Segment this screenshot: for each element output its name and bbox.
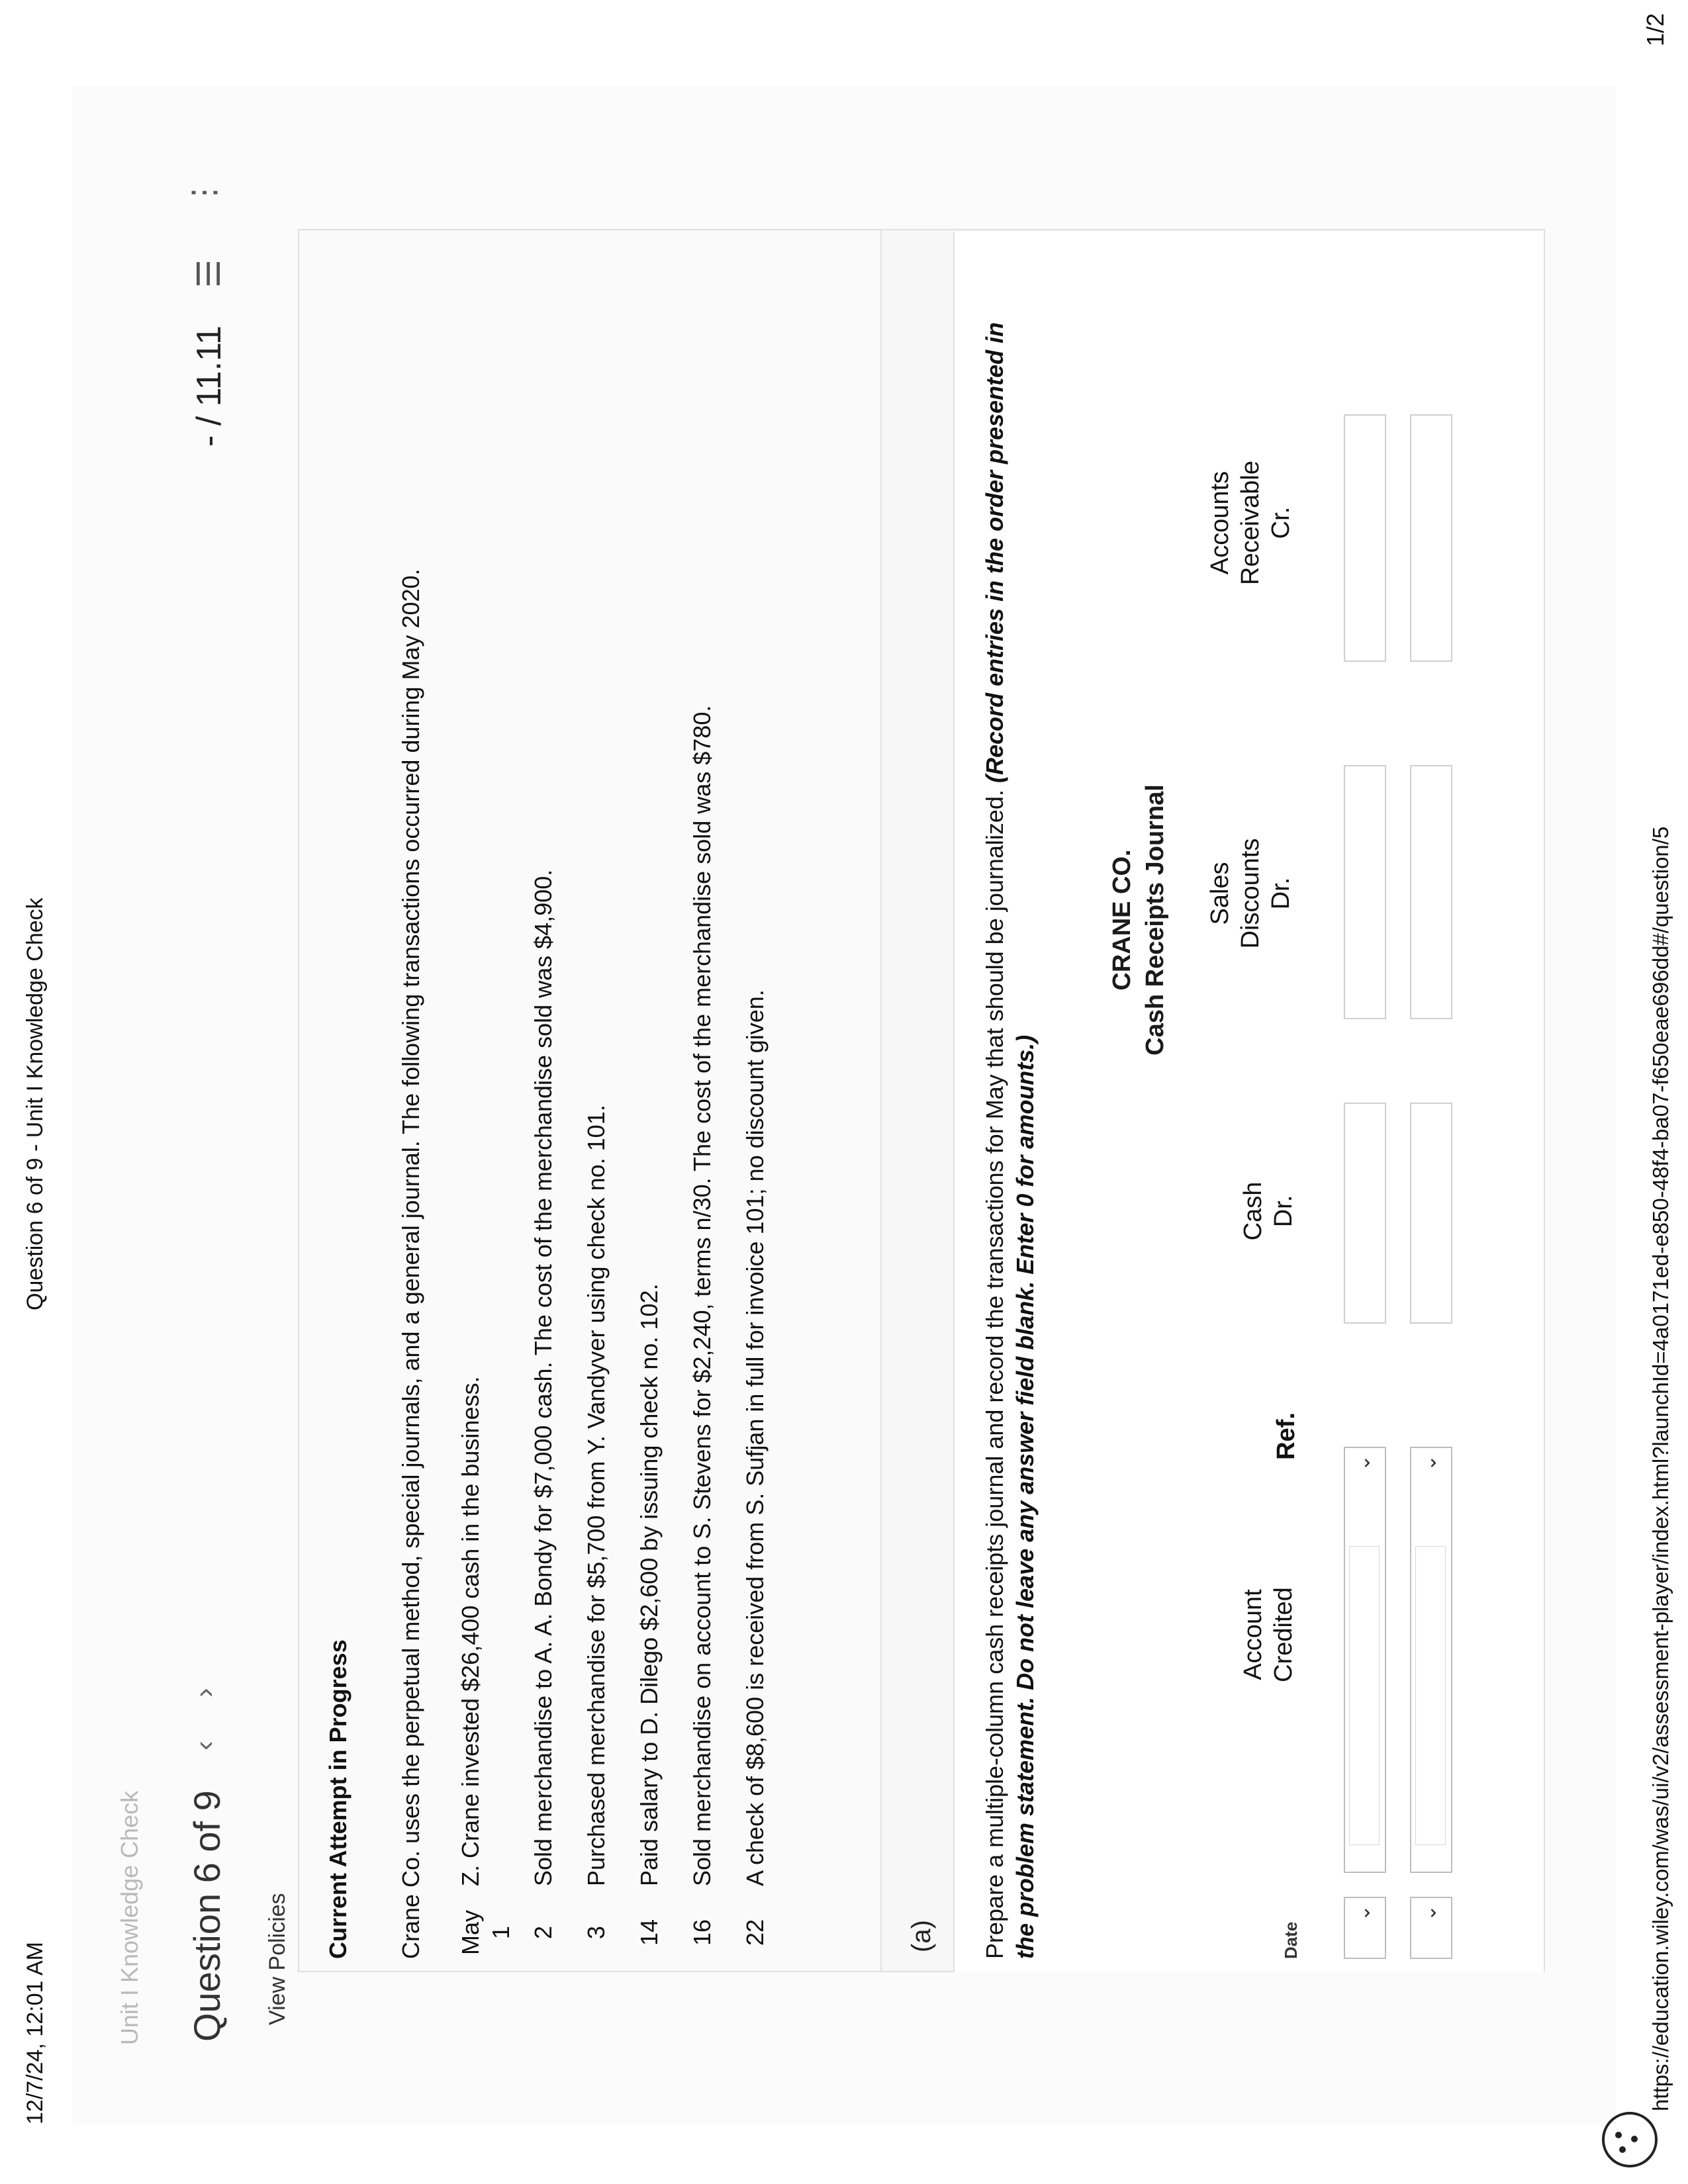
transaction-text: Purchased merchandise for $5,700 from Y.… [583, 1105, 610, 1886]
cash-dr-input[interactable] [1410, 1103, 1452, 1324]
transaction-day: 22 [741, 1919, 769, 1946]
col-disc-line1: Sales [1206, 862, 1234, 925]
col-account-credited-header: Account Credited [1238, 1535, 1299, 1734]
col-account-line1: Account [1239, 1589, 1267, 1680]
chevron-down-icon: ⌄ [1419, 1905, 1440, 1922]
transaction-day: 14 [635, 1919, 663, 1946]
journal-header: CRANE CO. Cash Receipts Journal [1105, 556, 1172, 1284]
transaction-text: Z. Crane invested $26,400 cash in the bu… [457, 1376, 484, 1886]
transaction-month: May [457, 1910, 484, 1956]
transaction-text: Paid salary to D. Dilego $2,600 by issui… [635, 1283, 663, 1886]
print-doc-title: Question 6 of 9 - Unit I Knowledge Check [23, 897, 48, 1310]
col-cash-line1: Cash [1239, 1181, 1267, 1241]
journal-title: Cash Receipts Journal [1141, 784, 1169, 1056]
score: - / 11.11 [190, 325, 228, 447]
transaction-day: 16 [688, 1919, 716, 1946]
col-ar-line1: Accounts [1206, 471, 1234, 575]
cookie-chip-icon [1619, 2146, 1626, 2153]
col-ar-line3: Cr. [1267, 506, 1295, 539]
col-accounts-receivable-header: Accounts Receivable Cr. [1205, 424, 1296, 622]
transaction-day: 2 [530, 1925, 557, 1940]
chevron-left-icon[interactable]: ‹ [188, 1741, 221, 1751]
chevron-down-icon: ⌄ [1352, 1905, 1374, 1922]
breadcrumb[interactable]: Unit I Knowledge Check [116, 1791, 144, 2045]
chevron-down-icon: ⌄ [1352, 1455, 1374, 1472]
date-select[interactable]: ⌄ [1344, 1897, 1386, 1959]
col-cash-header: Cash Dr. [1238, 1138, 1299, 1284]
sales-discounts-dr-input[interactable] [1410, 765, 1452, 1019]
more-vertical-icon[interactable]: ⋮ [185, 177, 222, 208]
col-ref-header: Ref. [1272, 1412, 1300, 1460]
view-policies-link[interactable]: View Policies [265, 1893, 291, 2025]
question-nav: Question 6 of 9 ‹ › - / 11.11 ☰ ⋮ [185, 0, 245, 2042]
col-disc-line3: Dr. [1267, 877, 1295, 910]
part-label: (a) [907, 1920, 936, 1952]
company-name: CRANE CO. [1108, 849, 1136, 991]
col-ar-line2: Receivable [1237, 461, 1264, 585]
date-select[interactable]: ⌄ [1410, 1897, 1452, 1959]
question-label: Question 6 of 9 [186, 1790, 228, 2042]
account-select-field [1349, 1546, 1380, 1845]
accounts-receivable-cr-input[interactable] [1344, 414, 1386, 662]
account-credited-select[interactable]: ⌄ [1410, 1447, 1452, 1873]
col-sales-discounts-header: Sales Discounts Dr. [1205, 807, 1296, 979]
cash-dr-input[interactable] [1344, 1103, 1386, 1324]
sales-discounts-dr-input[interactable] [1344, 765, 1386, 1019]
instruction-text: Prepare a multiple-column cash receipts … [981, 790, 1008, 1959]
account-select-field [1415, 1546, 1446, 1845]
col-disc-line2: Discounts [1237, 838, 1264, 949]
attempt-status: Current Attempt in Progress [324, 1639, 352, 1959]
print-header: 12/7/24, 12:01 AM Question 6 of 9 - Unit… [17, 46, 57, 2124]
cookie-chip-icon [1615, 2132, 1622, 2138]
col-date-header: Date [1281, 1921, 1301, 1959]
transaction-text: Sold merchandise on account to S. Steven… [688, 705, 716, 1886]
account-credited-select[interactable]: ⌄ [1344, 1447, 1386, 1873]
cookie-settings-icon[interactable] [1602, 2112, 1658, 2167]
transaction-text: A check of $8,600 is received from S. Su… [741, 989, 769, 1886]
problem-intro: Crane Co. uses the perpetual method, spe… [397, 569, 424, 1959]
transaction-day: 1 [487, 1925, 514, 1940]
part-a-instruction: Prepare a multiple-column cash receipts … [980, 304, 1041, 1959]
col-account-line2: Credited [1270, 1587, 1297, 1682]
list-icon[interactable]: ☰ [191, 259, 228, 288]
print-page-number: 1/2 [1642, 13, 1669, 47]
chevron-down-icon: ⌄ [1419, 1455, 1440, 1472]
cookie-chip-icon [1631, 2136, 1638, 2142]
transaction-day: 3 [583, 1925, 610, 1940]
rotated-page: 12/7/24, 12:01 AM Question 6 of 9 - Unit… [0, 0, 1688, 2184]
print-url: https://education.wiley.com/was/ui/v2/as… [1648, 826, 1673, 2111]
transaction-text: Sold merchandise to A. A. Bondy for $7,0… [530, 869, 557, 1886]
chevron-right-icon[interactable]: › [188, 1688, 221, 1698]
col-cash-line2: Dr. [1270, 1195, 1297, 1228]
print-datetime: 12/7/24, 12:01 AM [23, 1942, 48, 2124]
accounts-receivable-cr-input[interactable] [1410, 414, 1452, 662]
